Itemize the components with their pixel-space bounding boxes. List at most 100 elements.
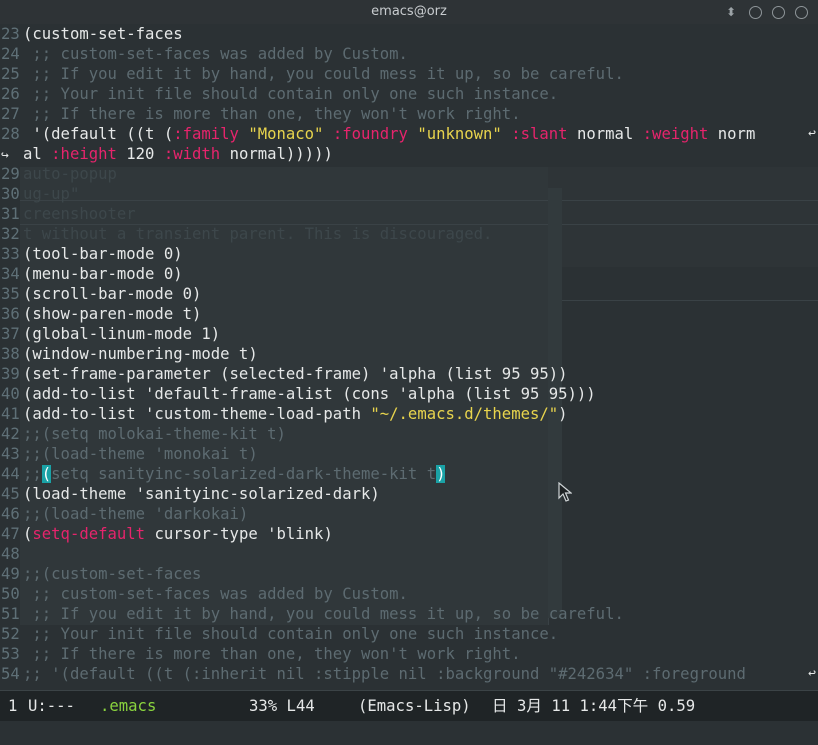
line-number: 50 bbox=[1, 585, 20, 603]
window-menu-arrow-icon[interactable]: ⬍ bbox=[723, 4, 739, 20]
code-token: (global-linum-mode 1) bbox=[23, 325, 221, 343]
line-number: 33 bbox=[1, 245, 20, 263]
code-line[interactable]: 36 (show-paren-mode t) bbox=[0, 304, 818, 324]
code-line[interactable]: 53 ;; If there is more than one, they wo… bbox=[0, 644, 818, 664]
cursor-position: 33% L44 bbox=[249, 697, 315, 715]
code-line[interactable]: 23 (custom-set-faces bbox=[0, 24, 818, 44]
line-number: 36 bbox=[1, 305, 20, 323]
code-line[interactable]: 25 ;; If you edit it by hand, you could … bbox=[0, 64, 818, 84]
code-line[interactable]: 29 auto-popup bbox=[0, 164, 818, 184]
code-token: :width bbox=[163, 145, 221, 163]
buffer-name[interactable]: .emacs bbox=[100, 691, 156, 721]
code-token: (tool-bar-mode 0) bbox=[23, 245, 183, 263]
code-line[interactable]: 26 ;; Your init file should contain only… bbox=[0, 84, 818, 104]
code-token: normal bbox=[567, 125, 643, 143]
code-token: ug-up" bbox=[23, 185, 80, 203]
code-line[interactable]: 47 (setq-default cursor-type 'blink) bbox=[0, 524, 818, 544]
code-token: (scroll-bar-mode 0) bbox=[23, 285, 202, 303]
line-number: 37 bbox=[1, 325, 20, 343]
code-line[interactable]: 33 (tool-bar-mode 0) bbox=[0, 244, 818, 264]
code-token: :height bbox=[51, 145, 117, 163]
code-line[interactable]: 51 ;; If you edit it by hand, you could … bbox=[0, 604, 818, 624]
code-token: (menu-bar-mode 0) bbox=[23, 265, 183, 283]
code-token: ;; If there is more than one, they won't… bbox=[23, 645, 521, 663]
code-token: ;;(load-theme 'monokai t) bbox=[23, 445, 258, 463]
code-line[interactable]: 43 ;;(load-theme 'monokai t) bbox=[0, 444, 818, 464]
line-number: 54 bbox=[1, 665, 20, 683]
line-number: 52 bbox=[1, 625, 20, 643]
code-token: creenshooter bbox=[23, 205, 136, 223]
code-token: ;;(load-theme 'darkokai) bbox=[23, 505, 249, 523]
major-mode[interactable]: (Emacs-Lisp) bbox=[358, 691, 471, 721]
code-line[interactable]: 54;; '(default ((t (:inherit nil :stippl… bbox=[0, 664, 818, 684]
line-number: 26 bbox=[1, 85, 20, 103]
code-line[interactable]: 48 bbox=[0, 544, 818, 564]
code-token: setq sanityinc-solarized-dark-theme-kit … bbox=[51, 465, 437, 483]
code-line[interactable]: 49 ;;(custom-set-faces bbox=[0, 564, 818, 584]
code-token: "Monaco" bbox=[248, 125, 324, 143]
code-line[interactable]: 42 ;;(setq molokai-theme-kit t) bbox=[0, 424, 818, 444]
line-number: 47 bbox=[1, 525, 20, 543]
code-line[interactable]: 27 ;; If there is more than one, they wo… bbox=[0, 104, 818, 124]
code-token: norm bbox=[708, 125, 756, 143]
line-number: 42 bbox=[1, 425, 20, 443]
code-line[interactable]: 30 ug-up" bbox=[0, 184, 818, 204]
code-token: ) bbox=[558, 405, 568, 423]
title-bar[interactable]: emacs@orz ⬍ bbox=[0, 0, 818, 25]
code-line[interactable]: 34 (menu-bar-mode 0) bbox=[0, 264, 818, 284]
line-number: 28 bbox=[1, 125, 20, 143]
code-token: :slant bbox=[511, 125, 568, 143]
line-number: 34 bbox=[1, 265, 20, 283]
code-token: "~/.emacs.d/themes/" bbox=[370, 405, 559, 423]
code-token: (window-numbering-mode t) bbox=[23, 345, 258, 363]
line-number: 43 bbox=[1, 445, 20, 463]
code-token: ;;(setq molokai-theme-kit t) bbox=[23, 425, 286, 443]
code-token: :weight bbox=[642, 125, 709, 143]
line-number: 24 bbox=[1, 45, 20, 63]
editor-buffer[interactable]: 23 (custom-set-faces 24 ;; custom-set-face… bbox=[0, 24, 818, 690]
code-line[interactable]: 40 (add-to-list 'default-frame-alist (con… bbox=[0, 384, 818, 404]
code-line[interactable]: ↪ al :height 120 :width normal))))) bbox=[0, 144, 818, 164]
code-line[interactable]: 52 ;; Your init file should contain only… bbox=[0, 624, 818, 644]
code-token: (show-paren-mode t) bbox=[23, 305, 202, 323]
code-token: (load-theme 'sanityinc-solarized-dark) bbox=[23, 485, 380, 503]
code-token: 120 bbox=[116, 145, 164, 163]
code-line[interactable]: 41 (add-to-list 'custom-theme-load-path "… bbox=[0, 404, 818, 424]
code-line[interactable]: 44 ;;(setq sanityinc-solarized-dark-theme… bbox=[0, 464, 818, 484]
code-line[interactable]: 32 t without a transient parent. This is … bbox=[0, 224, 818, 244]
window-title: emacs@orz bbox=[371, 4, 447, 19]
code-line[interactable]: 24 ;; custom-set-faces was added by Cust… bbox=[0, 44, 818, 64]
code-token: ( bbox=[23, 525, 33, 543]
code-token: ;; custom-set-faces was added by Custom. bbox=[23, 45, 408, 63]
code-line[interactable]: 39 (set-frame-parameter (selected-frame) … bbox=[0, 364, 818, 384]
code-token: setq-default bbox=[32, 525, 146, 543]
code-token: ;; '(default ((t (:inherit nil :stipple … bbox=[23, 665, 756, 683]
minimize-button[interactable] bbox=[749, 5, 762, 19]
maximize-button[interactable] bbox=[772, 5, 785, 19]
code-line[interactable]: 35 (scroll-bar-mode 0) bbox=[0, 284, 818, 304]
line-number: 38 bbox=[1, 345, 20, 363]
mouse-pointer-icon bbox=[558, 482, 572, 502]
clock-load: 日 3月 11 1:44下午 0.59 bbox=[492, 697, 696, 715]
code-token: al bbox=[23, 145, 52, 163]
code-line[interactable]: 37 (global-linum-mode 1) bbox=[0, 324, 818, 344]
code-line[interactable]: 31 creenshooter bbox=[0, 204, 818, 224]
line-number: 41 bbox=[1, 405, 20, 423]
code-line[interactable]: 50 ;; custom-set-faces was added by Cust… bbox=[0, 584, 818, 604]
code-token: (add-to-list 'default-frame-alist (cons … bbox=[23, 385, 596, 403]
echo-area[interactable] bbox=[0, 721, 818, 745]
code-token: :family bbox=[173, 125, 239, 143]
code-line[interactable]: 45 (load-theme 'sanityinc-solarized-dark) bbox=[0, 484, 818, 504]
code-line[interactable]: 38 (window-numbering-mode t) bbox=[0, 344, 818, 364]
line-wrap-icon: ↩ bbox=[808, 126, 816, 141]
close-button[interactable] bbox=[795, 5, 808, 19]
matched-paren: ) bbox=[436, 465, 446, 483]
code-line[interactable]: 46 ;;(load-theme 'darkokai) bbox=[0, 504, 818, 524]
code-line[interactable]: 28 '(default ((t (:family "Monaco" :foun… bbox=[0, 124, 818, 144]
line-number: 32 bbox=[1, 225, 20, 243]
code-token: ;; If you edit it by hand, you could mes… bbox=[23, 605, 624, 623]
window-number: 1 bbox=[8, 697, 18, 715]
code-token: ;; bbox=[23, 465, 42, 483]
